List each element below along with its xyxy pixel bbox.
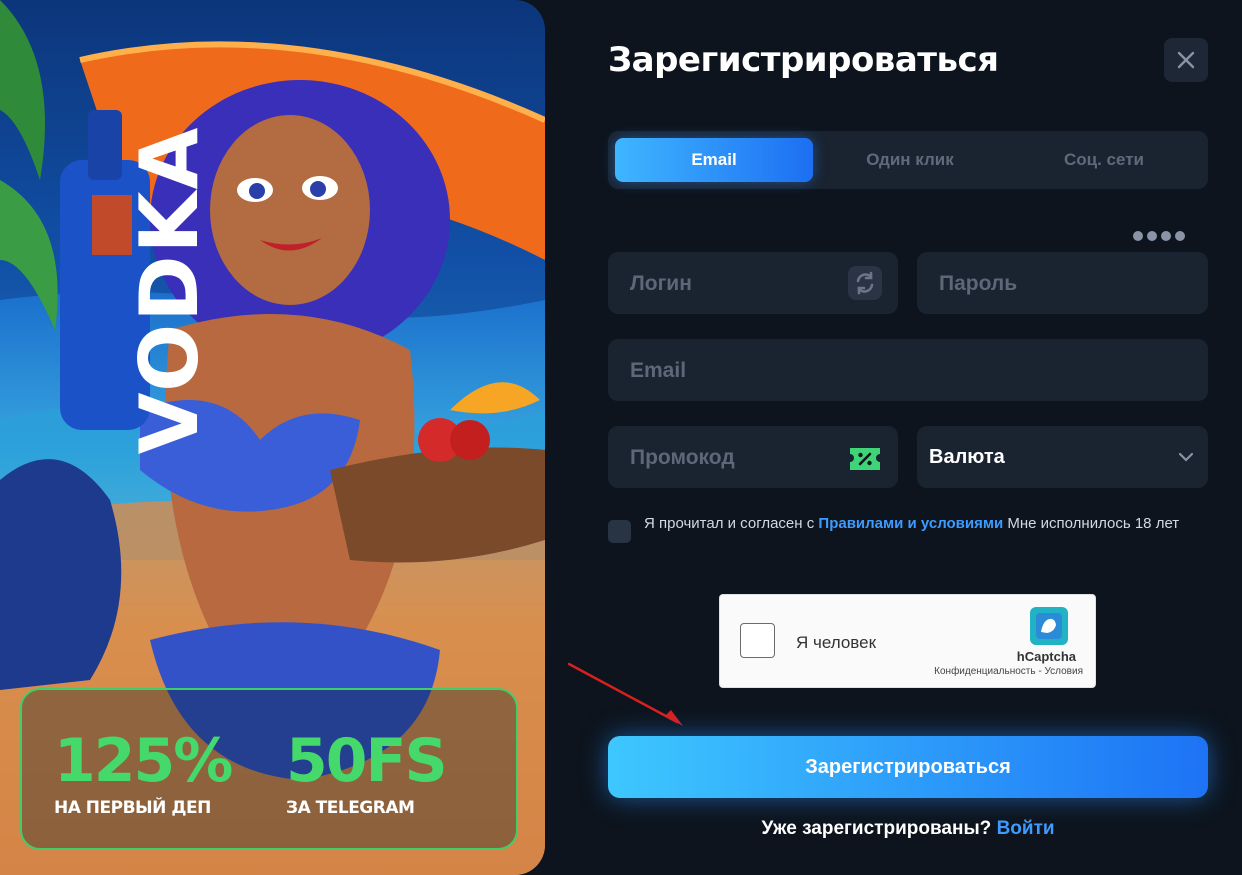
arrow-annotation-icon xyxy=(567,662,683,726)
tab-social[interactable]: Соц. сети xyxy=(1007,138,1201,182)
promo-banner: VODKA 125% НА ПЕРВЫЙ ДЕП 50FS ЗА TELEGRA… xyxy=(0,0,545,875)
registration-tabs: Email Один клик Соц. сети xyxy=(608,131,1208,189)
bonus-deposit: 125% НА ПЕРВЫЙ ДЕП xyxy=(54,726,233,818)
terms-link[interactable]: Правилами и условиями xyxy=(818,515,1003,532)
bonus-deposit-caption: НА ПЕРВЫЙ ДЕП xyxy=(54,798,211,818)
captcha-label: Я человек xyxy=(796,633,877,652)
bonus-telegram-caption: ЗА TELEGRAM xyxy=(286,798,415,818)
agree-terms: Я прочитал и согласен с Правилами и усло… xyxy=(608,514,1208,543)
login-link[interactable]: Войти xyxy=(997,818,1055,839)
captcha-links: Конфиденциальность - Условия xyxy=(934,666,1083,677)
agree-text: Я прочитал и согласен с Правилами и усло… xyxy=(644,514,1189,534)
more-dots-icon[interactable] xyxy=(1133,231,1185,241)
vertical-logo: VODKA xyxy=(123,125,216,455)
chevron-down-icon xyxy=(1178,452,1194,462)
email-input[interactable] xyxy=(628,339,1192,403)
already-registered-text: Уже зарегистрированы? xyxy=(761,818,992,839)
bonus-deposit-value: 125% xyxy=(54,726,233,796)
password-field xyxy=(917,252,1208,316)
login-prompt: Уже зарегистрированы? Войти xyxy=(608,818,1208,840)
close-button[interactable] xyxy=(1164,38,1208,82)
login-field xyxy=(608,252,898,316)
currency-select[interactable]: Валюта xyxy=(917,426,1208,488)
captcha-terms-link[interactable]: Условия xyxy=(1044,666,1083,677)
tab-email[interactable]: Email xyxy=(615,138,813,182)
captcha-privacy-link[interactable]: Конфиденциальность xyxy=(934,666,1035,677)
agree-checkbox[interactable] xyxy=(608,520,631,543)
bonus-telegram: 50FS ЗА TELEGRAM xyxy=(286,726,448,818)
promo-code-field xyxy=(608,426,898,490)
bonus-telegram-value: 50FS xyxy=(286,726,448,796)
hcaptcha-widget: Я человек hCaptcha Конфиденциальность - … xyxy=(719,594,1096,688)
captcha-brand: hCaptcha xyxy=(1016,649,1076,664)
close-icon xyxy=(1177,51,1195,69)
tab-one-click[interactable]: Один клик xyxy=(813,138,1007,182)
password-input[interactable] xyxy=(937,252,1192,316)
refresh-icon[interactable] xyxy=(848,266,882,300)
currency-label: Валюта xyxy=(929,445,1005,468)
ticket-icon xyxy=(850,448,880,470)
register-button[interactable]: Зарегистрироваться xyxy=(608,736,1208,798)
agree-prefix: Я прочитал и согласен с xyxy=(644,515,815,532)
captcha-checkbox[interactable] xyxy=(740,623,775,658)
agree-suffix: Мне исполнилось 18 лет xyxy=(1007,515,1180,532)
email-field xyxy=(608,339,1208,403)
page-title: Зарегистрироваться xyxy=(608,40,999,80)
login-input[interactable] xyxy=(628,252,882,316)
promo-code-input[interactable] xyxy=(628,426,882,490)
hcaptcha-logo-icon xyxy=(1030,607,1068,645)
bonus-box: 125% НА ПЕРВЫЙ ДЕП 50FS ЗА TELEGRAM xyxy=(20,688,518,850)
